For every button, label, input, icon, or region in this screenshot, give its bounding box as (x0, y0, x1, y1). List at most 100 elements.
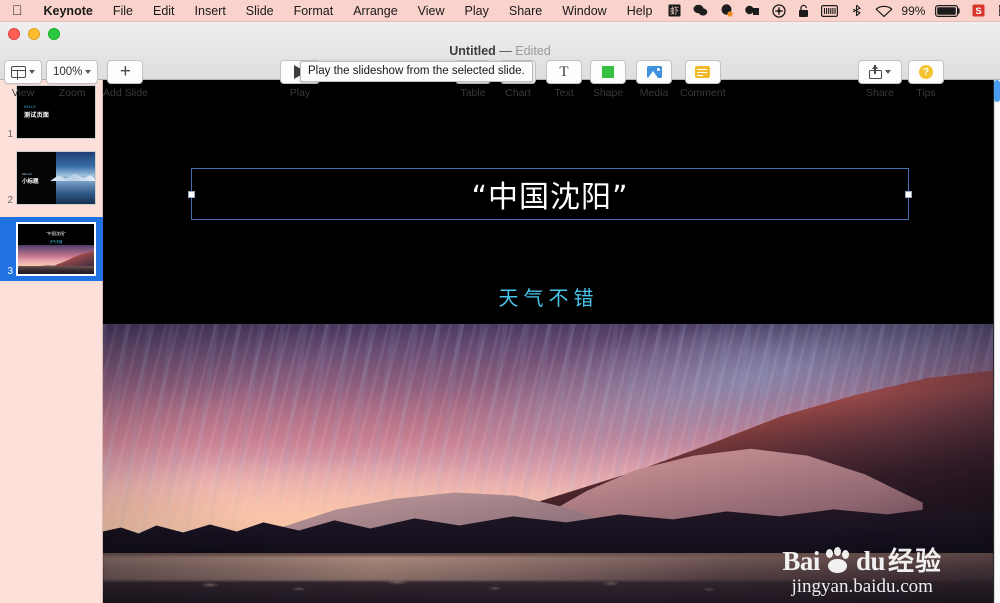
wifi-icon[interactable] (869, 0, 899, 22)
share-label: Share (866, 87, 894, 99)
slide3-subtitle: 天气不错 (18, 239, 94, 244)
view-label: View (12, 87, 35, 99)
slide3-photo (18, 245, 94, 274)
menu-item-play[interactable]: Play (455, 4, 499, 18)
wechat-icon[interactable] (687, 0, 714, 22)
comment-button[interactable] (685, 60, 721, 84)
menu-item-keynote[interactable]: Keynote (34, 4, 103, 18)
plus-icon: + (120, 64, 131, 80)
menu-item-window[interactable]: Window (552, 4, 616, 18)
toolbar-add-slide-group: + Add Slide (103, 60, 148, 99)
menu-item-edit[interactable]: Edit (143, 4, 185, 18)
tips-icon: ? (919, 65, 933, 79)
document-title-bar: Untitled — Edited (0, 44, 1000, 58)
minimize-button[interactable] (28, 28, 40, 40)
menu-item-arrange[interactable]: Arrange (343, 4, 407, 18)
shape-label: Shape (593, 87, 623, 99)
battery-monitor-icon[interactable] (815, 0, 844, 22)
qq-icon[interactable] (714, 0, 739, 22)
input-method-icon[interactable]: 虾 (662, 0, 687, 22)
slide-thumb-canvas: “中国沈阳” 天气不错 (16, 222, 96, 276)
resize-handle-right[interactable] (905, 191, 912, 198)
keynote-window:  Keynote File Edit Insert Slide Format … (0, 0, 1000, 603)
status-item-group: 虾 9 (662, 0, 1000, 22)
battery-icon[interactable] (929, 0, 966, 22)
document-edited-state: Edited (515, 44, 550, 58)
document-title: Untitled (449, 44, 496, 58)
menu-extras-icon[interactable] (991, 0, 1000, 22)
photo-vignette (103, 324, 994, 603)
slide-canvas[interactable]: “中国沈阳” 天气不错 Bai (103, 80, 994, 603)
resize-handle-left[interactable] (188, 191, 195, 198)
text-label: Text (554, 87, 573, 99)
toolbar-text-group: T Text (546, 60, 582, 99)
slide-number: 1 (0, 129, 16, 144)
menu-item-format[interactable]: Format (284, 4, 344, 18)
slide-title-text[interactable]: “中国沈阳” (192, 169, 908, 219)
media-label: Media (640, 87, 669, 99)
text-button[interactable]: T (546, 60, 582, 84)
sogou-icon[interactable]: S (966, 0, 991, 22)
canvas-vertical-scrollbar[interactable] (994, 80, 1000, 603)
menu-item-help[interactable]: Help (617, 4, 663, 18)
chevron-down-icon (85, 70, 91, 74)
location-icon[interactable] (766, 0, 792, 22)
toolbar-media-group: Media (636, 60, 672, 99)
shape-icon (602, 66, 614, 78)
tips-label: Tips (916, 87, 935, 99)
scrollbar-thumb[interactable] (994, 80, 1000, 102)
traffic-lights (8, 28, 60, 40)
media-icon (647, 66, 662, 78)
lock-icon[interactable] (792, 0, 815, 22)
zoom-button-toolbar[interactable]: 100% (46, 60, 98, 84)
slide1-kicker: HELLO (24, 105, 36, 109)
table-label: Table (460, 87, 485, 99)
close-button[interactable] (8, 28, 20, 40)
shape-button[interactable] (590, 60, 626, 84)
slide-navigator[interactable]: 1 HELLO 测试页面 2 HELLO 小标题 3 “中国沈阳” 天气不错 (0, 80, 103, 603)
bluetooth-icon[interactable] (844, 0, 869, 22)
comment-label: Comment (680, 87, 726, 99)
slide-thumbnail-3[interactable]: 3 “中国沈阳” 天气不错 (0, 217, 103, 281)
title-dash: — (499, 44, 512, 58)
cloud-sync-icon[interactable] (739, 0, 766, 22)
share-icon (869, 65, 882, 79)
share-button[interactable] (858, 60, 902, 84)
chart-label: Chart (505, 87, 531, 99)
slide2-title: 小标题 (22, 177, 39, 185)
toolbar-zoom-group: 100% Zoom (46, 60, 98, 99)
menu-item-slide[interactable]: Slide (236, 4, 284, 18)
add-slide-label: Add Slide (103, 87, 148, 99)
slide-number: 2 (0, 195, 16, 210)
toolbar-comment-group: Comment (680, 60, 726, 99)
menu-bar:  Keynote File Edit Insert Slide Format … (0, 0, 1000, 22)
menu-item-insert[interactable]: Insert (185, 4, 236, 18)
slide1-title: 测试页面 (24, 110, 49, 119)
battery-percent-label: 99% (899, 0, 929, 22)
zoom-label: Zoom (59, 87, 86, 99)
title-textbox-selection[interactable]: “中国沈阳” (191, 168, 909, 220)
slide-thumb-canvas: HELLO 小标题 (16, 151, 96, 205)
view-layout-icon (11, 66, 26, 78)
slide-thumbnail-2[interactable]: 2 HELLO 小标题 (0, 146, 103, 210)
slide-photo[interactable]: Bai du 经验 jingyan.baidu.com (103, 324, 994, 603)
media-button[interactable] (636, 60, 672, 84)
add-slide-button[interactable]: + (107, 60, 143, 84)
menu-item-file[interactable]: File (103, 4, 143, 18)
slide2-photo (56, 152, 95, 204)
toolbar-shape-group: Shape (590, 60, 626, 99)
menu-item-view[interactable]: View (408, 4, 455, 18)
play-button-tooltip: Play the slideshow from the selected sli… (300, 61, 533, 82)
toolbar-tips-group: ? Tips (908, 60, 944, 99)
comment-icon (695, 66, 710, 78)
zoom-button[interactable] (48, 28, 60, 40)
slide3-title: “中国沈阳” (18, 231, 94, 237)
slide-subtitle-text[interactable]: 天气不错 (103, 282, 994, 311)
menu-item-share[interactable]: Share (499, 4, 552, 18)
apple-menu-icon[interactable]:  (0, 3, 34, 17)
slide-number: 3 (0, 266, 16, 281)
toolbar-view-group: View (4, 60, 42, 99)
tips-button[interactable]: ? (908, 60, 944, 84)
view-button[interactable] (4, 60, 42, 84)
chevron-down-icon (29, 70, 35, 74)
